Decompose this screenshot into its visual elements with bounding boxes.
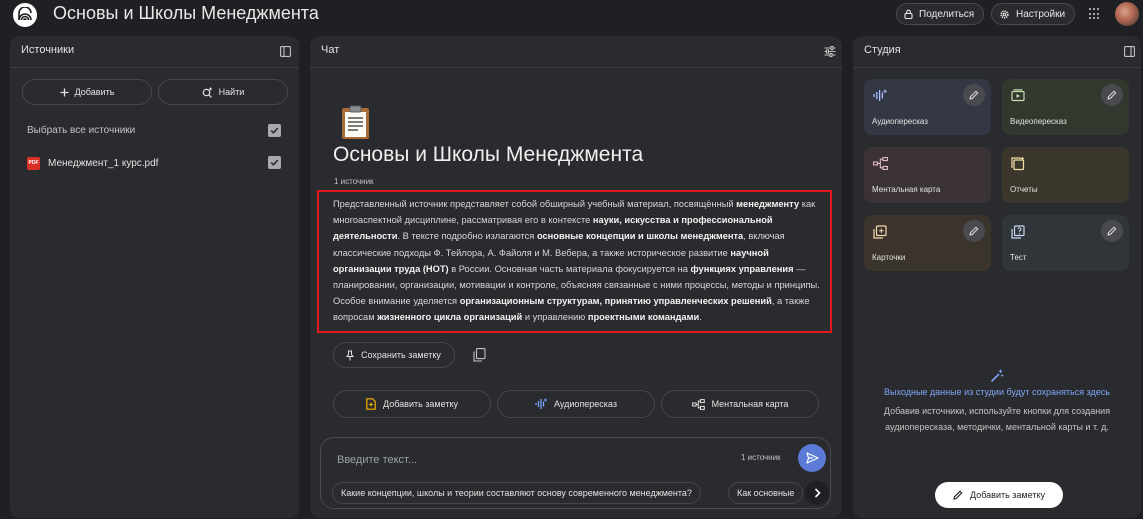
clipboard-icon — [341, 105, 370, 140]
audio-wave-icon — [535, 398, 548, 410]
gear-icon — [999, 9, 1010, 20]
summary-fragment: . В тексте подробно излагаются — [397, 231, 537, 242]
notebook-heading: Основы и Школы Менеджмента — [333, 143, 644, 166]
add-note-button[interactable]: Добавить заметку — [935, 482, 1063, 508]
top-bar: Основы и Школы Менеджмента Поделиться На… — [0, 0, 1143, 30]
collapse-panel-icon[interactable] — [280, 44, 292, 57]
video-icon — [1011, 89, 1025, 102]
add-note-label: Добавить заметку — [970, 490, 1045, 500]
notebooklm-logo-icon[interactable] — [13, 3, 37, 27]
audio-summary-action-label: Аудиопересказ — [554, 399, 617, 409]
flashcards-icon — [873, 225, 887, 239]
pencil-icon[interactable] — [1101, 220, 1123, 242]
pencil-icon[interactable] — [963, 84, 985, 106]
summary-fragment: жизненного цикла организаций — [377, 312, 523, 323]
summary-fragment: менеджменту — [736, 199, 800, 209]
studio-tile-test-label: Тест — [1010, 253, 1027, 262]
summary-fragment: . — [699, 312, 702, 323]
save-note-label: Сохранить заметку — [361, 350, 441, 360]
mindmap-icon — [691, 398, 705, 410]
mindmap-action-button[interactable]: Ментальная карта — [661, 390, 819, 418]
mindmap-icon — [873, 157, 888, 170]
send-icon — [805, 452, 819, 464]
audio-wave-icon — [873, 89, 887, 102]
source-item[interactable]: PDF Менеджмент_1 курс.pdf — [27, 156, 158, 170]
select-all-checkbox[interactable] — [268, 124, 281, 137]
find-source-label: Найти — [218, 87, 245, 97]
apps-grid-icon[interactable] — [1089, 8, 1101, 20]
studio-empty-title: Выходные данные из студии будут сохранят… — [884, 387, 1110, 397]
pencil-icon[interactable] — [1101, 84, 1123, 106]
source-checkbox[interactable] — [268, 156, 281, 169]
sources-header: Источники — [10, 36, 299, 68]
magic-wand-icon — [990, 369, 1004, 388]
source-item-label: Менеджмент_1 курс.pdf — [48, 157, 159, 169]
studio-tile-audio-label: Аудиопересказ — [872, 117, 928, 126]
suggestion-chip[interactable]: Как основные — [728, 482, 804, 504]
chat-title: Чат — [321, 44, 340, 56]
sources-title: Источники — [21, 44, 75, 56]
add-source-label: Добавить — [74, 87, 115, 97]
audio-summary-action-button[interactable]: Аудиопересказ — [497, 390, 655, 418]
add-note-action-label: Добавить заметку — [383, 399, 458, 409]
summary-fragment: основные концепции и школы менеджмента — [536, 231, 744, 242]
studio-tile-cards[interactable]: Карточки — [864, 215, 991, 271]
studio-tile-video-label: Видеопересказ — [1010, 117, 1067, 126]
chevron-right-icon — [814, 488, 821, 498]
lock-icon — [904, 9, 913, 19]
quiz-icon — [1011, 225, 1025, 239]
studio-header: Студия — [853, 36, 1141, 68]
share-label: Поделиться — [919, 8, 975, 20]
save-note-button[interactable]: Сохранить заметку — [333, 342, 455, 368]
pencil-icon — [953, 490, 963, 500]
summary-fragment: функциях управления — [690, 263, 794, 274]
studio-tile-reports-label: Отчеты — [1010, 185, 1038, 194]
add-source-button[interactable]: Добавить — [22, 79, 152, 105]
avatar[interactable] — [1115, 2, 1139, 26]
studio-title: Студия — [864, 44, 901, 56]
settings-button[interactable]: Настройки — [991, 3, 1076, 25]
studio-tile-reports[interactable]: Отчеты — [1002, 147, 1129, 203]
notebook-title[interactable]: Основы и Школы Менеджмента — [53, 3, 319, 24]
collapse-panel-icon[interactable] — [1124, 44, 1136, 57]
source-count: 1 источник — [334, 177, 374, 186]
add-note-action-button[interactable]: Добавить заметку — [333, 390, 491, 418]
summary-fragment: проектными командами — [587, 312, 700, 323]
tune-icon[interactable] — [824, 44, 836, 57]
studio-tile-mindmap[interactable]: Ментальная карта — [864, 147, 991, 203]
notebook-summary: Представленный источник представляет соб… — [333, 196, 822, 326]
summary-fragment: Представленный источник представляет соб… — [333, 199, 737, 209]
sources-panel: Источники — [10, 36, 299, 518]
select-all-label: Выбрать все источники — [27, 125, 136, 136]
plus-icon — [60, 88, 69, 97]
pencil-icon[interactable] — [963, 220, 985, 242]
next-suggestions-button[interactable] — [805, 481, 829, 505]
copy-icon[interactable] — [473, 348, 487, 362]
composer-source-count: 1 источник — [741, 453, 781, 462]
settings-label: Настройки — [1016, 8, 1066, 20]
mindmap-action-label: Ментальная карта — [711, 399, 789, 409]
studio-tile-audio[interactable]: Аудиопересказ — [864, 79, 991, 135]
studio-tile-video[interactable]: Видеопересказ — [1002, 79, 1129, 135]
chat-header: Чат — [310, 36, 842, 68]
note-add-icon — [366, 398, 376, 410]
search-sparkle-icon — [202, 87, 213, 98]
reports-icon — [1011, 157, 1025, 171]
pdf-icon: PDF — [27, 156, 40, 170]
send-button[interactable] — [798, 444, 826, 472]
find-source-button[interactable]: Найти — [158, 79, 288, 105]
studio-tile-test[interactable]: Тест — [1002, 215, 1129, 271]
summary-fragment: и управлению — [522, 312, 588, 323]
summary-fragment: в России. Основная часть материала фокус… — [448, 263, 691, 274]
chat-input[interactable] — [337, 452, 717, 468]
suggestion-chip[interactable]: Какие концепции, школы и теории составля… — [332, 482, 701, 504]
summary-fragment: организационным структурам, принятию упр… — [459, 296, 772, 307]
studio-tile-cards-label: Карточки — [872, 253, 906, 262]
chat-composer: 1 источник Какие концепции, школы и теор… — [320, 437, 831, 509]
share-button[interactable]: Поделиться — [896, 3, 985, 25]
studio-tile-mindmap-label: Ментальная карта — [872, 185, 941, 194]
pin-icon — [346, 350, 354, 361]
studio-empty-subtitle: Добавив источники, используйте кнопки дл… — [883, 406, 1111, 432]
